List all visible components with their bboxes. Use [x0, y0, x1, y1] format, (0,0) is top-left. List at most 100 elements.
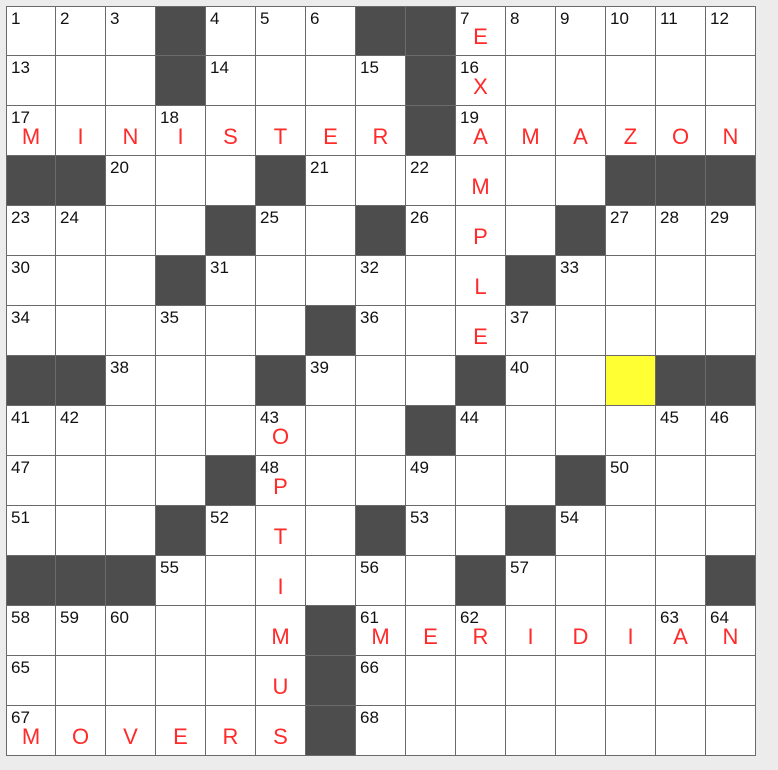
- crossword-cell[interactable]: [106, 506, 156, 556]
- crossword-cell[interactable]: [656, 656, 706, 706]
- crossword-cell[interactable]: [606, 256, 656, 306]
- crossword-cell[interactable]: 60: [106, 606, 156, 656]
- crossword-cell[interactable]: [156, 156, 206, 206]
- crossword-cell[interactable]: [106, 256, 156, 306]
- crossword-cell[interactable]: I: [506, 606, 556, 656]
- crossword-cell[interactable]: 39: [306, 356, 356, 406]
- crossword-cell[interactable]: U: [256, 656, 306, 706]
- crossword-cell[interactable]: [256, 256, 306, 306]
- crossword-cell[interactable]: 53: [406, 506, 456, 556]
- crossword-cell[interactable]: M: [456, 156, 506, 206]
- crossword-cell[interactable]: 26: [406, 206, 456, 256]
- crossword-cell[interactable]: [506, 656, 556, 706]
- crossword-cell[interactable]: [56, 256, 106, 306]
- crossword-cell[interactable]: [406, 306, 456, 356]
- crossword-cell[interactable]: 5: [256, 6, 306, 56]
- crossword-cell[interactable]: E: [306, 106, 356, 156]
- crossword-cell[interactable]: [356, 156, 406, 206]
- crossword-cell[interactable]: [56, 506, 106, 556]
- crossword-cell[interactable]: T: [256, 106, 306, 156]
- crossword-cell[interactable]: [506, 456, 556, 506]
- crossword-cell[interactable]: [506, 406, 556, 456]
- crossword-cell[interactable]: 44: [456, 406, 506, 456]
- crossword-cell[interactable]: [456, 456, 506, 506]
- crossword-cell[interactable]: [256, 306, 306, 356]
- crossword-cell[interactable]: [106, 656, 156, 706]
- crossword-cell[interactable]: [156, 406, 206, 456]
- crossword-cell[interactable]: [206, 406, 256, 456]
- crossword-cell[interactable]: 3: [106, 6, 156, 56]
- crossword-cell[interactable]: 31: [206, 256, 256, 306]
- crossword-cell[interactable]: [356, 406, 406, 456]
- crossword-cell[interactable]: 65: [6, 656, 56, 706]
- crossword-cell[interactable]: R: [206, 706, 256, 756]
- crossword-cell[interactable]: 34: [6, 306, 56, 356]
- crossword-cell[interactable]: 22: [406, 156, 456, 206]
- crossword-cell[interactable]: 59: [56, 606, 106, 656]
- crossword-cell[interactable]: [456, 706, 506, 756]
- crossword-cell[interactable]: [406, 256, 456, 306]
- crossword-cell[interactable]: [306, 206, 356, 256]
- crossword-cell[interactable]: 2: [56, 6, 106, 56]
- crossword-cell[interactable]: 54: [556, 506, 606, 556]
- crossword-cell[interactable]: R: [356, 106, 406, 156]
- crossword-cell[interactable]: [156, 656, 206, 706]
- crossword-cell[interactable]: M: [256, 606, 306, 656]
- crossword-cell[interactable]: [506, 706, 556, 756]
- crossword-cell[interactable]: T: [256, 506, 306, 556]
- crossword-cell[interactable]: 66: [356, 656, 406, 706]
- crossword-cell[interactable]: [656, 56, 706, 106]
- crossword-cell[interactable]: [306, 456, 356, 506]
- crossword-cell[interactable]: [406, 656, 456, 706]
- crossword-cell[interactable]: 10: [606, 6, 656, 56]
- crossword-cell[interactable]: 58: [6, 606, 56, 656]
- crossword-cell[interactable]: [556, 156, 606, 206]
- crossword-cell[interactable]: M: [506, 106, 556, 156]
- crossword-cell[interactable]: [706, 306, 756, 356]
- crossword-cell[interactable]: [206, 556, 256, 606]
- crossword-cell[interactable]: [306, 256, 356, 306]
- crossword-cell[interactable]: [656, 306, 706, 356]
- crossword-cell[interactable]: 51: [6, 506, 56, 556]
- crossword-cell[interactable]: [306, 506, 356, 556]
- crossword-cell[interactable]: [106, 206, 156, 256]
- crossword-cell[interactable]: 8: [506, 6, 556, 56]
- crossword-cell[interactable]: [656, 706, 706, 756]
- crossword-cell[interactable]: [556, 706, 606, 756]
- crossword-cell[interactable]: 12: [706, 6, 756, 56]
- crossword-cell[interactable]: [406, 706, 456, 756]
- crossword-cell[interactable]: [606, 556, 656, 606]
- crossword-cell[interactable]: I: [606, 606, 656, 656]
- crossword-cell[interactable]: [306, 56, 356, 106]
- crossword-cell[interactable]: 48 P: [256, 456, 306, 506]
- crossword-cell[interactable]: 64 N: [706, 606, 756, 656]
- crossword-cell[interactable]: 40: [506, 356, 556, 406]
- crossword-cell[interactable]: 67 M: [6, 706, 56, 756]
- crossword-cell[interactable]: [406, 556, 456, 606]
- crossword-cell[interactable]: [556, 356, 606, 406]
- crossword-cell[interactable]: S: [206, 106, 256, 156]
- crossword-cell[interactable]: [606, 706, 656, 756]
- crossword-cell[interactable]: 30: [6, 256, 56, 306]
- crossword-cell[interactable]: 50: [606, 456, 656, 506]
- crossword-cell[interactable]: 55: [156, 556, 206, 606]
- crossword-cell[interactable]: L: [456, 256, 506, 306]
- crossword-cell[interactable]: 16 X: [456, 56, 506, 106]
- crossword-cell[interactable]: [706, 656, 756, 706]
- crossword-cell[interactable]: P: [456, 206, 506, 256]
- crossword-cell[interactable]: [706, 506, 756, 556]
- crossword-cell[interactable]: [356, 456, 406, 506]
- crossword-cell[interactable]: [106, 456, 156, 506]
- crossword-cell[interactable]: 37: [506, 306, 556, 356]
- crossword-cell[interactable]: [706, 56, 756, 106]
- crossword-cell[interactable]: [156, 456, 206, 506]
- crossword-cell[interactable]: [106, 306, 156, 356]
- crossword-cell[interactable]: 20: [106, 156, 156, 206]
- crossword-cell[interactable]: [706, 456, 756, 506]
- crossword-cell[interactable]: 38: [106, 356, 156, 406]
- crossword-cell[interactable]: 27: [606, 206, 656, 256]
- crossword-cell[interactable]: [656, 456, 706, 506]
- crossword-cell[interactable]: 61 M: [356, 606, 406, 656]
- crossword-cell[interactable]: [106, 56, 156, 106]
- crossword-cell[interactable]: [456, 656, 506, 706]
